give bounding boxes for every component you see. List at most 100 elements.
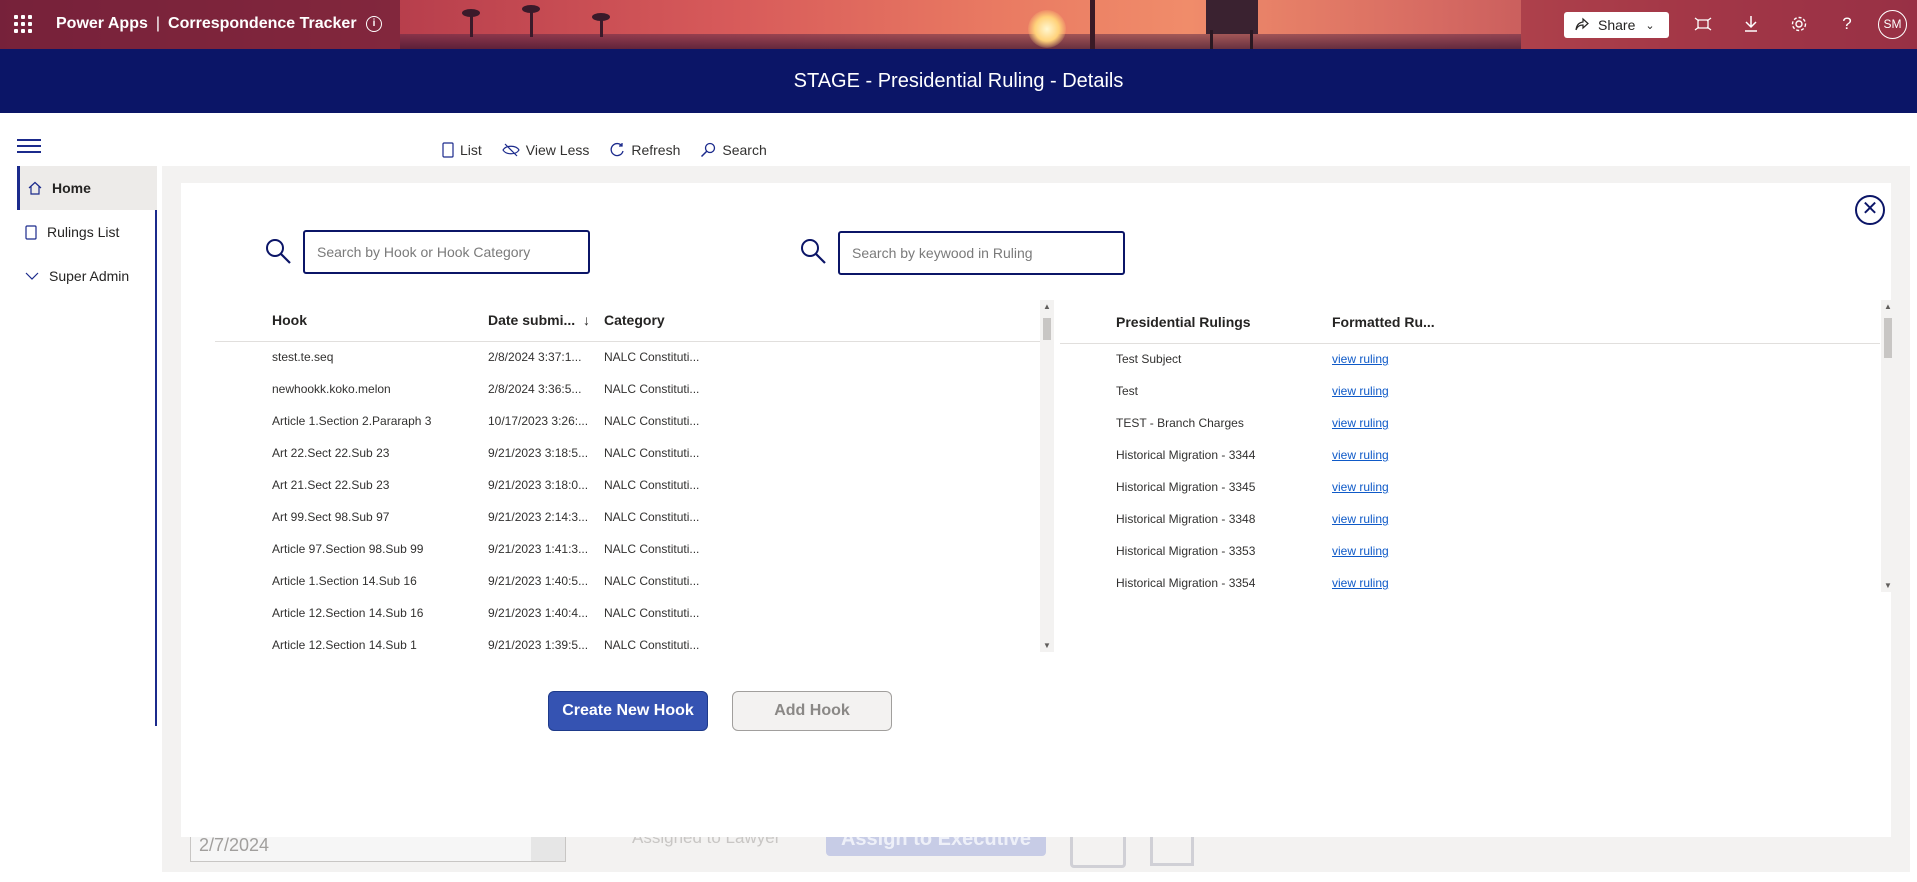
- create-new-hook-button[interactable]: Create New Hook: [548, 691, 708, 731]
- page-title: STAGE - Presidential Ruling - Details: [793, 69, 1124, 92]
- refresh-button[interactable]: Refresh: [609, 142, 680, 158]
- sidebar-item-label: Super Admin: [49, 268, 130, 284]
- sidebar-item-label: Home: [52, 180, 91, 196]
- scroll-down-icon[interactable]: ▼: [1881, 581, 1895, 590]
- cell-date: 9/21/2023 1:39:5...: [488, 638, 589, 652]
- view-ruling-link[interactable]: view ruling: [1332, 375, 1389, 407]
- close-icon[interactable]: ✕: [1855, 195, 1885, 225]
- scroll-up-icon[interactable]: ▲: [1881, 302, 1895, 311]
- column-header-date-label: Date submi...: [488, 312, 576, 328]
- view-ruling-link[interactable]: view ruling: [1332, 407, 1389, 439]
- header-background-palm: [592, 13, 610, 37]
- view-ruling-link[interactable]: view ruling: [1332, 439, 1389, 471]
- cell-category: NALC Constituti...: [604, 382, 700, 396]
- eye-hide-icon: [502, 143, 520, 157]
- hook-search-input[interactable]: [303, 230, 590, 274]
- sidebar-item-home[interactable]: Home: [17, 166, 157, 210]
- cell-date: 9/21/2023 1:41:3...: [488, 542, 589, 556]
- hooks-scrollbar[interactable]: ▲ ▼: [1040, 300, 1054, 652]
- info-icon[interactable]: i: [366, 16, 382, 32]
- home-icon: [28, 181, 42, 195]
- cell-ruling: TEST - Branch Charges: [1116, 416, 1244, 430]
- add-hook-button[interactable]: Add Hook: [732, 691, 892, 731]
- scroll-up-icon[interactable]: ▲: [1040, 302, 1054, 311]
- list-icon: [25, 224, 37, 240]
- view-ruling-link[interactable]: view ruling: [1332, 343, 1389, 375]
- view-ruling-link[interactable]: view ruling: [1332, 471, 1389, 503]
- header-background-sea: [400, 34, 1521, 49]
- scrollbar-thumb[interactable]: [1884, 318, 1892, 358]
- cell-date: 2/8/2024 3:36:5...: [488, 382, 582, 396]
- page-title-banner: STAGE - Presidential Ruling - Details: [0, 49, 1917, 113]
- header-background-palm: [462, 9, 480, 37]
- share-label: Share: [1598, 17, 1636, 33]
- help-icon[interactable]: ?: [1837, 14, 1857, 34]
- column-header-category[interactable]: Category: [604, 312, 665, 328]
- cell-hook: Article 12.Section 14.Sub 1: [272, 638, 417, 652]
- app-launcher-icon[interactable]: [14, 15, 32, 33]
- column-header-formatted-ruling[interactable]: Formatted Ru...: [1332, 314, 1435, 330]
- scrollbar-thumb[interactable]: [1043, 318, 1051, 340]
- sidebar-item-rulings-list[interactable]: Rulings List: [17, 210, 157, 254]
- search-button[interactable]: Search: [700, 142, 767, 158]
- cell-hook: stest.te.seq: [272, 350, 334, 364]
- date-field-value: 2/7/2024: [199, 835, 270, 855]
- cell-category: NALC Constituti...: [604, 574, 700, 588]
- settings-gear-icon[interactable]: [1789, 14, 1809, 34]
- view-less-label: View Less: [525, 142, 590, 158]
- cell-ruling: Historical Migration - 3345: [1116, 480, 1256, 494]
- refresh-icon: [610, 142, 624, 157]
- cell-category: NALC Constituti...: [604, 414, 700, 428]
- cell-ruling: Test: [1116, 384, 1139, 398]
- share-button[interactable]: Share ⌄: [1564, 12, 1669, 38]
- cell-hook: Article 12.Section 14.Sub 16: [272, 606, 424, 620]
- fit-to-screen-icon[interactable]: [1693, 14, 1713, 34]
- cell-hook: Article 1.Section 14.Sub 16: [272, 574, 417, 588]
- column-header-presidential-rulings[interactable]: Presidential Rulings: [1116, 314, 1251, 330]
- cell-date: 2/8/2024 3:37:1...: [488, 350, 582, 364]
- column-header-date[interactable]: Date submi... ↓: [488, 312, 590, 328]
- command-bar: List View Less Refresh Search: [442, 142, 767, 158]
- cell-date: 9/21/2023 3:18:0...: [488, 478, 589, 492]
- share-icon: [1575, 17, 1589, 31]
- cell-category: NALC Constituti...: [604, 446, 700, 460]
- view-ruling-link[interactable]: view ruling: [1332, 535, 1389, 567]
- cell-date: 9/21/2023 1:40:4...: [488, 606, 589, 620]
- sidebar-nav: Home Rulings List Super Admin: [17, 166, 157, 298]
- download-icon[interactable]: [1741, 14, 1761, 34]
- view-ruling-link[interactable]: view ruling: [1332, 503, 1389, 535]
- cell-date: 9/21/2023 3:18:5...: [488, 446, 589, 460]
- header-background-pole: [1090, 0, 1095, 49]
- cell-ruling: Historical Migration - 3348: [1116, 512, 1256, 526]
- brand-app-name: Correspondence Tracker: [168, 15, 357, 32]
- app-brand: Power Apps | Correspondence Tracker: [56, 15, 357, 33]
- view-less-button[interactable]: View Less: [502, 142, 590, 158]
- cell-hook: Art 99.Sect 98.Sub 97: [272, 510, 390, 524]
- cell-category: NALC Constituti...: [604, 638, 700, 652]
- cell-date: 9/21/2023 1:40:5...: [488, 574, 589, 588]
- view-ruling-link[interactable]: view ruling: [1332, 567, 1389, 599]
- hamburger-menu-icon[interactable]: [17, 139, 41, 155]
- cell-category: NALC Constituti...: [604, 478, 700, 492]
- header-divider: [1060, 343, 1880, 344]
- search-icon: [266, 239, 291, 264]
- user-avatar[interactable]: SM: [1878, 10, 1907, 39]
- column-header-hook[interactable]: Hook: [272, 312, 307, 328]
- list-button[interactable]: List: [442, 142, 482, 158]
- rulings-scrollbar[interactable]: ▲ ▼: [1881, 300, 1895, 592]
- ruling-search-input[interactable]: [838, 231, 1125, 275]
- search-icon: [701, 142, 716, 158]
- cell-category: NALC Constituti...: [604, 350, 700, 364]
- scroll-down-icon[interactable]: ▼: [1040, 641, 1054, 650]
- cell-ruling: Historical Migration - 3344: [1116, 448, 1256, 462]
- cell-category: NALC Constituti...: [604, 606, 700, 620]
- header-background-tower: [1198, 0, 1268, 49]
- hook-popup-panel: [181, 183, 1891, 837]
- sidebar-item-label: Rulings List: [47, 224, 120, 240]
- cell-hook: Art 21.Sect 22.Sub 23: [272, 478, 390, 492]
- header-background-sun: [1028, 10, 1066, 48]
- search-icon: [801, 239, 826, 264]
- sidebar-item-super-admin[interactable]: Super Admin: [17, 254, 157, 298]
- sort-descending-icon: ↓: [583, 312, 591, 328]
- brand-power-apps: Power Apps: [56, 15, 148, 32]
